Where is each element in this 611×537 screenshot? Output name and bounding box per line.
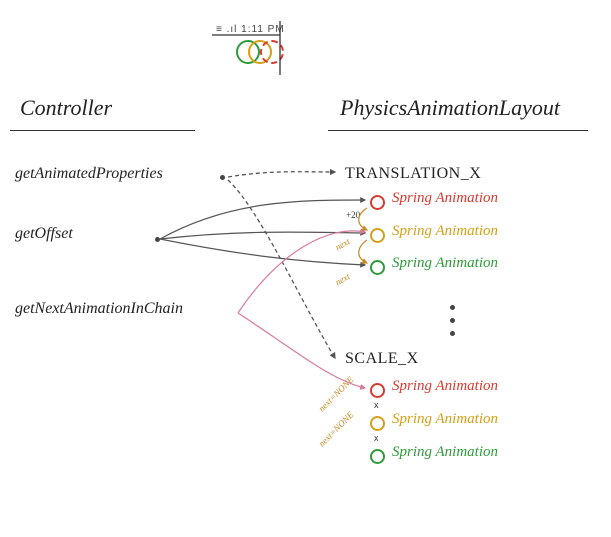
x-mark-2: x xyxy=(374,433,379,443)
spring-tx-orange: Spring Animation xyxy=(392,223,498,240)
layout-heading: PhysicsAnimationLayout xyxy=(340,95,560,121)
property-scale-x: SCALE_X xyxy=(345,350,419,368)
spring-circle-sx-red xyxy=(370,383,385,398)
layout-underline xyxy=(328,130,588,131)
spring-circle-tx-green xyxy=(370,260,385,275)
method-dot-2 xyxy=(155,237,160,242)
next-none-label-1: next=NONE xyxy=(316,375,355,414)
method-get-next-animation: getNextAnimationInChain xyxy=(15,300,183,318)
offset-annotation: +20 xyxy=(346,210,360,220)
spring-circle-tx-red xyxy=(370,195,385,210)
next-none-label-2: next=NONE xyxy=(316,410,355,449)
arrow-overlay xyxy=(0,0,611,537)
spring-sx-red: Spring Animation xyxy=(392,378,498,395)
controller-underline xyxy=(10,130,195,131)
spring-circle-tx-orange xyxy=(370,228,385,243)
method-dot-1 xyxy=(220,175,225,180)
method-get-animated-properties: getAnimatedProperties xyxy=(15,165,163,183)
ellipsis-dot xyxy=(450,305,455,310)
spring-sx-green: Spring Animation xyxy=(392,444,498,461)
ellipsis-dot xyxy=(450,331,455,336)
spring-tx-red: Spring Animation xyxy=(392,190,498,207)
controller-heading: Controller xyxy=(20,95,112,121)
x-mark-1: x xyxy=(374,400,379,410)
status-bar-text: ≡ .ıl 1:11 PM xyxy=(216,24,285,35)
next-label-2: next xyxy=(334,271,352,287)
next-label-1: next xyxy=(334,236,352,252)
spring-sx-orange: Spring Animation xyxy=(392,411,498,428)
spring-circle-sx-green xyxy=(370,449,385,464)
spring-tx-green: Spring Animation xyxy=(392,255,498,272)
method-get-offset: getOffset xyxy=(15,225,73,243)
bubble-red xyxy=(260,40,284,64)
property-translation-x: TRANSLATION_X xyxy=(345,165,481,183)
ellipsis-dot xyxy=(450,318,455,323)
spring-circle-sx-orange xyxy=(370,416,385,431)
